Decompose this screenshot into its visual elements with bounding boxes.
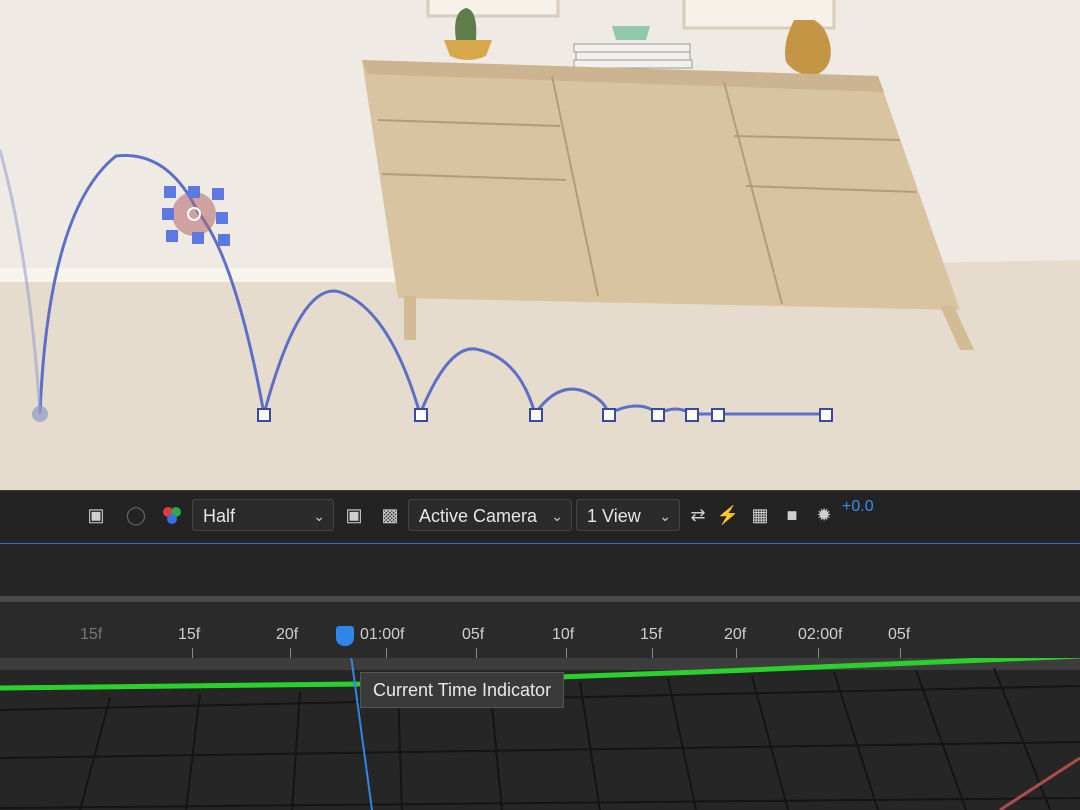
time-tick: 20f <box>724 626 747 643</box>
exposure-icon[interactable]: ✹ <box>812 503 836 527</box>
picture-frame <box>426 0 560 18</box>
transfer-icon[interactable]: ⇄ <box>686 503 710 527</box>
time-tick: 01:00f <box>360 626 405 643</box>
views-dropdown[interactable]: 1 View ⌄ <box>576 499 680 531</box>
scene-canvas <box>0 0 1080 500</box>
exposure-value[interactable]: +0.0 <box>842 498 874 516</box>
book <box>575 51 691 61</box>
time-tick: 15f <box>178 626 201 643</box>
sideboard <box>362 60 960 310</box>
camera-value: Active Camera <box>419 506 538 526</box>
book <box>573 59 693 69</box>
flowchart-icon[interactable]: ■ <box>780 503 804 527</box>
transparency-grid-icon[interactable]: ▩ <box>378 503 402 527</box>
time-tick: 15f <box>640 626 663 643</box>
chevron-down-icon: ⌄ <box>659 508 671 524</box>
book <box>573 43 691 53</box>
rgb-channel-icon[interactable] <box>160 503 184 527</box>
resolution-dropdown[interactable]: Half ⌄ <box>192 499 334 531</box>
viewer-toolbar: ▣ ◯ Half ⌄ ▣ ▩ Active Camera ⌄ 1 View ⌄ … <box>0 490 1080 545</box>
time-ruler[interactable]: 15f 15f 20f 01:00f 05f 10f 15f 20f 02:00… <box>0 596 1080 664</box>
layer-anchor[interactable] <box>162 186 230 246</box>
fast-preview-icon[interactable]: ⚡ <box>716 503 740 527</box>
timeline-icon[interactable]: ▦ <box>748 503 772 527</box>
views-value: 1 View <box>587 506 641 526</box>
camera-dropdown[interactable]: Active Camera ⌄ <box>408 499 572 531</box>
time-tick: 20f <box>276 626 299 643</box>
chevron-down-icon: ⌄ <box>313 508 325 524</box>
time-tick: 05f <box>888 626 911 643</box>
tooltip: Current Time Indicator <box>360 672 565 708</box>
region-of-interest-icon[interactable]: ▣ <box>342 503 366 527</box>
current-time-indicator[interactable] <box>336 626 354 646</box>
timeline-header <box>0 544 1080 596</box>
chevron-down-icon: ⌄ <box>551 508 563 524</box>
composition-viewer[interactable] <box>0 0 1080 500</box>
time-tick: 05f <box>462 626 485 643</box>
show-snapshot-icon[interactable]: ◯ <box>124 503 148 527</box>
resolution-value: Half <box>203 506 236 526</box>
time-tick: 10f <box>552 626 575 643</box>
time-tick: 02:00f <box>798 626 843 643</box>
time-tick: 15f <box>80 626 103 643</box>
camera-icon[interactable]: ▣ <box>84 503 108 527</box>
teacup <box>612 26 650 40</box>
